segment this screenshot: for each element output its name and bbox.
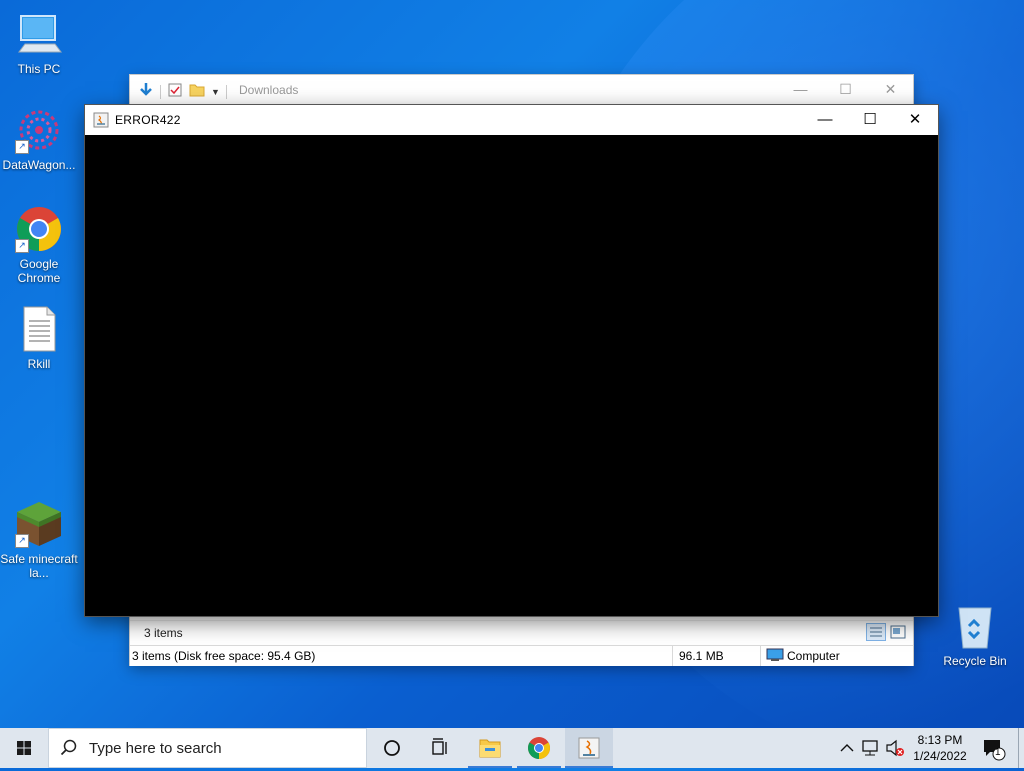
taskbar-chrome[interactable] (515, 728, 563, 768)
cortana-button[interactable] (368, 728, 416, 768)
chrome-icon: ↗ (15, 205, 63, 253)
explorer-status-bar: 3 items (Disk free space: 95.4 GB) 96.1 … (130, 645, 913, 666)
status-divider (760, 646, 761, 666)
computer-icon (766, 648, 784, 665)
explorer-title: Downloads (239, 83, 299, 97)
cortana-icon (384, 740, 400, 756)
downloads-icon[interactable] (138, 82, 154, 101)
volume-button[interactable] (884, 728, 906, 768)
network-button[interactable] (860, 728, 882, 768)
desktop-icon-datawagon[interactable]: ↗ DataWagon... (0, 106, 78, 172)
explorer-item-status-bar: 3 items (130, 620, 913, 643)
this-pc-icon (15, 10, 63, 58)
desktop-icon-label: DataWagon... (2, 158, 76, 172)
desktop-icon-label: Safe minecraft la... (0, 552, 78, 580)
java-app-window[interactable]: ERROR422 — ☐ ✕ (85, 105, 938, 616)
status-divider (672, 646, 673, 666)
desktop-icon-chrome[interactable]: ↗ Google Chrome (0, 205, 78, 285)
task-view-button[interactable] (416, 728, 464, 768)
java-maximize-button[interactable]: ☐ (847, 105, 893, 135)
network-icon (862, 740, 878, 756)
explorer-title-bar[interactable]: ▼ Downloads — ☐ ✕ (130, 75, 913, 106)
desktop-icon-label: This PC (17, 62, 61, 76)
action-center-button[interactable]: 1 (978, 728, 1008, 768)
taskbar-file-explorer[interactable] (466, 728, 514, 768)
desktop-icon-rkill[interactable]: Rkill (0, 305, 78, 371)
taskbar-clock[interactable]: 8:13 PM 1/24/2022 (905, 732, 975, 764)
desktop-icon-label: Google Chrome (17, 257, 61, 285)
chrome-icon (528, 737, 550, 759)
start-button[interactable] (0, 728, 48, 768)
toolbar-divider (225, 84, 227, 99)
java-minimize-button[interactable]: — (802, 105, 848, 135)
clock-time: 8:13 PM (917, 733, 963, 747)
large-icons-view-icon[interactable] (890, 625, 906, 642)
java-title-bar[interactable]: ERROR422 — ☐ ✕ (85, 105, 938, 135)
volume-muted-icon (886, 739, 904, 757)
location-label: Computer (787, 649, 840, 663)
task-view-icon (432, 738, 447, 755)
java-close-button[interactable]: ✕ (892, 105, 938, 135)
datawagon-icon: ↗ (15, 106, 63, 154)
desktop-icon-minecraft[interactable]: ↗ Safe minecraft la... (0, 500, 78, 580)
items-count: 3 items (144, 626, 183, 640)
desktop: This PC ↗ DataWagon... ↗ Google Chrome R… (0, 0, 1024, 728)
customize-toolbar-chevron-icon[interactable]: ▼ (211, 87, 220, 97)
quick-access-toolbar: ▼ (138, 82, 227, 101)
desktop-icon-label: Recycle Bin (943, 654, 1007, 668)
search-icon (60, 739, 78, 760)
shortcut-arrow-icon: ↗ (15, 140, 29, 154)
recycle-bin-icon (951, 602, 999, 650)
details-view-icon[interactable] (866, 623, 886, 641)
notification-icon (984, 740, 1006, 761)
new-folder-icon[interactable] (189, 82, 205, 101)
toolbar-divider (160, 84, 161, 99)
file-explorer-icon (479, 739, 501, 758)
taskbar-java-app[interactable] (565, 728, 613, 768)
java-icon (93, 112, 109, 131)
explorer-close-button[interactable]: ✕ (868, 75, 913, 105)
show-hidden-icons-button[interactable] (837, 728, 857, 768)
disk-free-status: 3 items (Disk free space: 95.4 GB) (132, 649, 316, 663)
search-placeholder: Type here to search (89, 740, 222, 757)
properties-icon[interactable] (167, 82, 183, 101)
java-icon (578, 737, 600, 759)
taskbar-search-box[interactable]: Type here to search (48, 728, 367, 768)
desktop-icon-label: Rkill (27, 357, 51, 371)
taskbar: Type here to search 8:13 PM 1/24/2022 1 (0, 728, 1024, 768)
explorer-maximize-button[interactable]: ☐ (823, 75, 868, 105)
shortcut-arrow-icon: ↗ (15, 534, 29, 548)
chevron-up-icon (840, 744, 854, 752)
desktop-icon-this-pc[interactable]: This PC (0, 10, 78, 76)
selection-size: 96.1 MB (679, 649, 724, 663)
text-file-icon (15, 305, 63, 353)
shortcut-arrow-icon: ↗ (15, 239, 29, 253)
clock-date: 1/24/2022 (913, 749, 967, 763)
explorer-minimize-button[interactable]: — (778, 75, 823, 105)
windows-logo-icon (17, 741, 31, 755)
java-window-title: ERROR422 (115, 113, 181, 127)
notification-count: 1 (995, 747, 1001, 758)
show-desktop-button[interactable] (1018, 728, 1024, 768)
java-canvas[interactable] (85, 135, 938, 616)
minecraft-icon: ↗ (15, 500, 63, 548)
desktop-icon-recycle-bin[interactable]: Recycle Bin (936, 602, 1014, 668)
